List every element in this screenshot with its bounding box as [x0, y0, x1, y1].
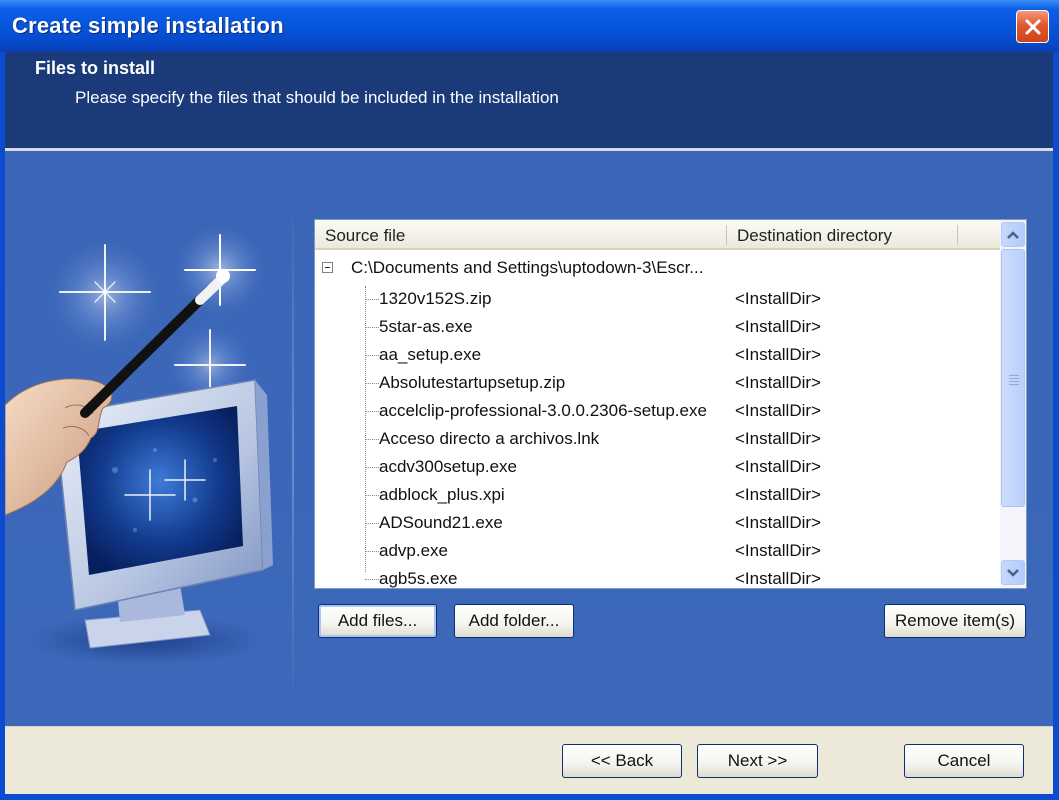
- scroll-down-button[interactable]: [1001, 560, 1025, 585]
- destination-cell: <InstallDir>: [735, 485, 821, 504]
- source-file-cell: acdv300setup.exe: [379, 457, 517, 476]
- source-file-cell: 1320v152S.zip: [379, 289, 492, 308]
- list-item[interactable]: aa_setup.exe <InstallDir>: [315, 342, 1000, 370]
- source-file-cell: ADSound21.exe: [379, 513, 503, 532]
- list-item[interactable]: 1320v152S.zip <InstallDir>: [315, 286, 1000, 314]
- tree-branch: [365, 299, 379, 301]
- thumb-grip: [1009, 384, 1019, 385]
- list-item[interactable]: acdv300setup.exe <InstallDir>: [315, 454, 1000, 482]
- add-folder-button[interactable]: Add folder...: [454, 604, 574, 638]
- column-header-destination[interactable]: Destination directory: [737, 220, 892, 248]
- add-files-button[interactable]: Add files...: [318, 604, 437, 638]
- list-item[interactable]: Acceso directo a archivos.lnk <InstallDir…: [315, 426, 1000, 454]
- tree-branch: [365, 383, 379, 385]
- thumb-grip: [1009, 375, 1019, 376]
- column-divider[interactable]: [726, 225, 727, 245]
- vertical-scrollbar[interactable]: [1000, 220, 1026, 588]
- source-file-cell: accelclip-professional-3.0.0.2306-setup.…: [379, 401, 707, 420]
- page-title: Files to install: [35, 58, 156, 78]
- source-file-cell: adblock_plus.xpi: [379, 485, 505, 504]
- source-file-cell: advp.exe: [379, 541, 448, 560]
- tree-branch: [365, 411, 379, 413]
- remove-items-button[interactable]: Remove item(s): [884, 604, 1026, 638]
- source-file-cell: Acceso directo a archivos.lnk: [379, 429, 600, 448]
- wizard-footer: [5, 726, 1053, 795]
- tree-branch: [365, 551, 379, 553]
- destination-cell: <InstallDir>: [735, 345, 821, 364]
- source-file-cell: Absolutestartupsetup.zip: [379, 373, 566, 392]
- close-icon: [1025, 19, 1040, 34]
- scroll-thumb[interactable]: [1001, 249, 1025, 507]
- list-item[interactable]: advp.exe <InstallDir>: [315, 538, 1000, 566]
- tree-branch: [365, 579, 379, 581]
- list-header: Source file Destination directory: [315, 220, 1000, 250]
- column-header-source[interactable]: Source file: [325, 220, 405, 248]
- destination-cell: <InstallDir>: [735, 317, 821, 336]
- destination-cell: <InstallDir>: [735, 541, 821, 560]
- tree-branch: [365, 523, 379, 525]
- files-list[interactable]: Source file Destination directory C:\Doc…: [314, 219, 1027, 589]
- source-file-cell: 5star-as.exe: [379, 317, 473, 336]
- window-frame-left: [0, 52, 5, 800]
- destination-cell: <InstallDir>: [735, 429, 821, 448]
- page-subtitle: Please specify the files that should be …: [75, 88, 559, 107]
- list-item[interactable]: 5star-as.exe <InstallDir>: [315, 314, 1000, 342]
- chevron-up-icon: [1007, 230, 1019, 239]
- chevron-down-icon: [1007, 568, 1019, 577]
- destination-cell: <InstallDir>: [735, 289, 821, 308]
- destination-cell: <InstallDir>: [735, 373, 821, 392]
- tree-branch: [365, 467, 379, 469]
- vertical-separator: [292, 200, 294, 705]
- window-frame-right: [1053, 52, 1059, 800]
- tree-branch: [365, 495, 379, 497]
- collapse-toggle[interactable]: [322, 262, 333, 273]
- column-divider[interactable]: [957, 225, 958, 245]
- tree-branch: [365, 355, 379, 357]
- destination-cell: <InstallDir>: [735, 513, 821, 532]
- thumb-grip: [1009, 378, 1019, 379]
- scroll-up-button[interactable]: [1001, 222, 1025, 247]
- list-item[interactable]: adblock_plus.xpi <InstallDir>: [315, 482, 1000, 510]
- back-button[interactable]: << Back: [562, 744, 682, 778]
- window-frame-bottom: [0, 794, 1059, 800]
- thumb-grip: [1009, 381, 1019, 382]
- destination-cell: <InstallDir>: [735, 457, 821, 476]
- window-title: Create simple installation: [12, 13, 284, 38]
- source-file-cell: agb5s.exe: [379, 569, 458, 588]
- list-item[interactable]: agb5s.exe <InstallDir>: [315, 566, 1000, 588]
- cancel-button[interactable]: Cancel: [904, 744, 1024, 778]
- tree-branch: [365, 327, 379, 329]
- next-button[interactable]: Next >>: [697, 744, 818, 778]
- destination-cell: <InstallDir>: [735, 401, 821, 420]
- tree-branch: [365, 439, 379, 441]
- magic-wand-monitor-illustration: [5, 225, 273, 665]
- list-item[interactable]: Absolutestartupsetup.zip <InstallDir>: [315, 370, 1000, 398]
- root-folder-item[interactable]: C:\Documents and Settings\uptodown-3\Esc…: [351, 258, 703, 278]
- list-item[interactable]: accelclip-professional-3.0.0.2306-setup.…: [315, 398, 1000, 426]
- list-item[interactable]: ADSound21.exe <InstallDir>: [315, 510, 1000, 538]
- source-file-cell: aa_setup.exe: [379, 345, 482, 364]
- close-button[interactable]: [1016, 10, 1049, 43]
- destination-cell: <InstallDir>: [735, 569, 821, 588]
